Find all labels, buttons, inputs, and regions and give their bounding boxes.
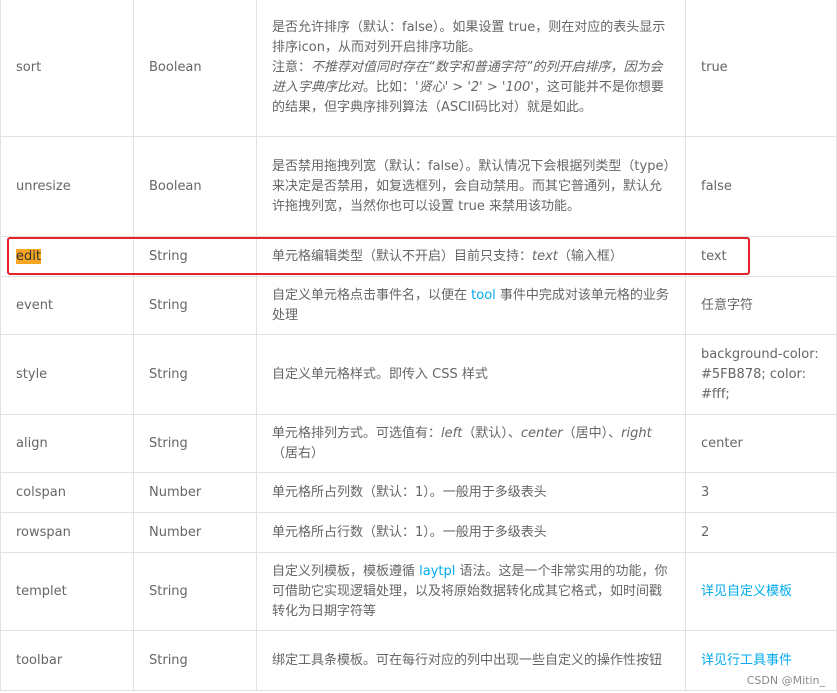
- table-row: templet String 自定义列模板，模板遵循 laytpl 语法。这是一…: [0, 552, 837, 631]
- option-description: 自定义单元格点击事件名，以便在 tool 事件中完成对该单元格的业务处理: [256, 276, 686, 335]
- option-name: rowspan: [0, 512, 134, 553]
- option-default: text: [685, 236, 837, 277]
- option-description: 绑定工具条模板。可在每行对应的列中出现一些自定义的操作性按钮: [256, 630, 686, 691]
- option-default: 任意字符: [685, 276, 837, 335]
- option-description: 单元格所占行数（默认：1）。一般用于多级表头: [256, 512, 686, 553]
- option-description: 是否允许排序（默认：false）。如果设置 true，则在对应的表头显示排序ic…: [256, 0, 686, 137]
- description-italic: center: [520, 425, 563, 441]
- option-name: toolbar: [0, 630, 134, 691]
- description-text: 单元格编辑类型（默认不开启）目前只支持：: [272, 248, 533, 264]
- option-description: 单元格编辑类型（默认不开启）目前只支持：text（输入框）: [256, 236, 686, 277]
- table-row: rowspan Number 单元格所占行数（默认：1）。一般用于多级表头 2: [0, 512, 837, 553]
- templet-doc-link[interactable]: 详见自定义模板: [701, 584, 792, 599]
- option-default: 3: [685, 472, 837, 513]
- description-text: 注意：: [272, 59, 312, 75]
- watermark: CSDN @Mitin_: [746, 674, 825, 687]
- description-italic: right: [621, 425, 652, 441]
- option-name: align: [0, 414, 134, 473]
- option-type: String: [133, 276, 257, 335]
- option-name: templet: [0, 552, 134, 631]
- description-text: （默认）、: [462, 425, 521, 441]
- option-description: 是否禁用拖拽列宽（默认：false）。默认情况下会根据列类型（type）来决定是…: [256, 136, 686, 237]
- option-type: String: [133, 552, 257, 631]
- option-name: sort: [0, 0, 134, 137]
- option-name: style: [0, 334, 134, 415]
- description-italic: '贤心' > '2' > '100': [415, 79, 534, 95]
- table-row: align String 单元格排列方式。可选值有：left（默认）、cente…: [0, 414, 837, 473]
- option-type: String: [133, 334, 257, 415]
- description-text: 是否允许排序（默认：false）。如果设置 true，则在对应的表头显示排序ic…: [272, 19, 666, 55]
- option-default: center: [685, 414, 837, 473]
- option-type: String: [133, 414, 257, 473]
- option-description: 自定义单元格样式。即传入 CSS 样式: [256, 334, 686, 415]
- laytpl-link[interactable]: laytpl: [419, 564, 455, 579]
- option-description: 单元格所占列数（默认：1）。一般用于多级表头: [256, 472, 686, 513]
- description-text: 。比如：: [363, 79, 416, 95]
- option-default: false: [685, 136, 837, 237]
- option-default: 2: [685, 512, 837, 553]
- option-type: Number: [133, 472, 257, 513]
- tool-link[interactable]: tool: [471, 288, 496, 303]
- description-text: 单元格排列方式。可选值有：: [272, 425, 442, 441]
- option-description: 自定义列模板，模板遵循 laytpl 语法。这是一个非常实用的功能，你可借助它实…: [256, 552, 686, 631]
- option-type: String: [133, 630, 257, 691]
- description-text: （输入框）: [557, 248, 623, 264]
- option-name: edit: [0, 236, 134, 277]
- table-row: toolbar String 绑定工具条模板。可在每行对应的列中出现一些自定义的…: [0, 630, 837, 691]
- option-type: Boolean: [133, 0, 257, 137]
- description-italic: text: [532, 248, 558, 264]
- description-text: 自定义列模板，模板遵循: [272, 563, 420, 579]
- option-type: String: [133, 236, 257, 277]
- description-text: （居右）: [272, 445, 325, 461]
- description-text: （居中）、: [562, 425, 622, 441]
- table-row: style String 自定义单元格样式。即传入 CSS 样式 backgro…: [0, 334, 837, 415]
- option-default: 详见自定义模板: [685, 552, 837, 631]
- option-description: 单元格排列方式。可选值有：left（默认）、center（居中）、right （居…: [256, 414, 686, 473]
- table-row: event String 自定义单元格点击事件名，以便在 tool 事件中完成对…: [0, 276, 837, 335]
- option-name: colspan: [0, 472, 134, 513]
- option-default: background-color: #5FB878; color: #fff;: [685, 334, 837, 415]
- option-name: unresize: [0, 136, 134, 237]
- option-default: true: [685, 0, 837, 137]
- table-row: colspan Number 单元格所占列数（默认：1）。一般用于多级表头 3: [0, 472, 837, 513]
- description-italic: left: [441, 425, 463, 441]
- description-text: 自定义单元格点击事件名，以便在: [272, 287, 472, 303]
- table-row: unresize Boolean 是否禁用拖拽列宽（默认：false）。默认情况…: [0, 136, 837, 237]
- option-type: Boolean: [133, 136, 257, 237]
- option-type: Number: [133, 512, 257, 553]
- table-row-highlighted: edit String 单元格编辑类型（默认不开启）目前只支持：text（输入框…: [0, 236, 837, 277]
- toolbar-doc-link[interactable]: 详见行工具事件: [701, 653, 792, 668]
- option-name: event: [0, 276, 134, 335]
- search-highlight: edit: [16, 248, 41, 264]
- options-table: sort Boolean 是否允许排序（默认：false）。如果设置 true，…: [0, 0, 837, 691]
- table-row: sort Boolean 是否允许排序（默认：false）。如果设置 true，…: [0, 0, 837, 137]
